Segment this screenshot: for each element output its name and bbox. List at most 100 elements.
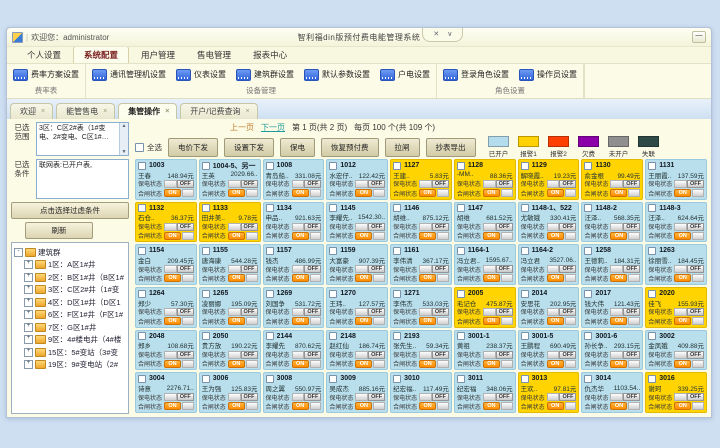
tree-expand-icon[interactable]: + xyxy=(24,298,33,307)
supply-status-off-button[interactable]: OFF xyxy=(623,351,640,359)
tree-node[interactable]: +6区：F区1#井（F区1# xyxy=(24,309,128,320)
meter-card[interactable]: 2144李耀先870.62元保电状态OFF合闸状态ON xyxy=(263,330,325,371)
card-checkbox[interactable] xyxy=(521,375,529,383)
card-checkbox[interactable] xyxy=(584,375,592,383)
breaker-status-on-button[interactable]: ON xyxy=(483,402,500,410)
supply-status-off-button[interactable]: OFF xyxy=(559,180,576,188)
breaker-status-on-button[interactable]: ON xyxy=(610,274,627,282)
breaker-status-on-button[interactable]: ON xyxy=(547,232,564,240)
meter-card[interactable]: 1003王春148.94元保电状态OFF合闸状态ON xyxy=(135,159,197,200)
supply-status-off-button[interactable]: OFF xyxy=(177,223,194,231)
ribbon-button-操作员设置[interactable]: 操作员设置 xyxy=(519,69,577,81)
meter-card[interactable]: 1008青岛船..331.08元保电状态OFF合闸状态ON xyxy=(263,159,325,200)
supply-status-off-button[interactable]: OFF xyxy=(304,223,321,231)
supply-status-off-button[interactable]: OFF xyxy=(687,351,704,359)
meter-card[interactable]: 3008周之翼550.97元保电状态OFF合闸状态ON xyxy=(263,372,325,413)
tab-close-icon[interactable]: × xyxy=(246,108,250,115)
breaker-status-on-button[interactable]: ON xyxy=(228,189,245,197)
meter-card[interactable]: 3001-6孙长争..293.15元保电状态OFF合闸状态ON xyxy=(581,330,643,371)
minimize-button[interactable]: — xyxy=(692,31,706,43)
tab-能管售电[interactable]: 能管售电× xyxy=(56,103,115,119)
meter-card[interactable]: 2020佳飞155.93元保电状态OFF合闸状态ON xyxy=(645,287,707,328)
supply-status-off-button[interactable]: OFF xyxy=(241,223,258,231)
breaker-status-on-button[interactable]: ON xyxy=(355,274,372,282)
toolbar-button-保电[interactable]: 保电 xyxy=(280,138,315,157)
scroll-down-icon[interactable]: ▼ xyxy=(122,149,127,155)
breaker-status-on-button[interactable]: ON xyxy=(164,274,181,282)
card-checkbox[interactable] xyxy=(648,332,656,340)
toolbar-button-设置下发[interactable]: 设置下发 xyxy=(224,138,274,157)
card-checkbox[interactable] xyxy=(521,290,529,298)
card-checkbox[interactable] xyxy=(584,204,592,212)
supply-status-off-button[interactable]: OFF xyxy=(304,308,321,316)
breaker-status-on-button[interactable]: ON xyxy=(355,232,372,240)
breaker-status-on-button[interactable]: ON xyxy=(292,402,309,410)
supply-status-off-button[interactable]: OFF xyxy=(432,351,449,359)
meter-card[interactable]: 1130俞金根99.49元保电状态OFF合闸状态ON xyxy=(581,159,643,200)
meter-card[interactable]: 1148-1、522尤敏娥330.41元保电状态OFF合闸状态ON xyxy=(518,202,580,243)
meter-card[interactable]: 1145李耀先..1542.30..保电状态OFF合闸状态ON xyxy=(326,202,388,243)
supply-status-off-button[interactable]: OFF xyxy=(496,308,513,316)
breaker-status-on-button[interactable]: ON xyxy=(419,360,436,368)
card-checkbox[interactable] xyxy=(138,375,146,383)
meter-card[interactable]: 1263徐丽雪..184.45元保电状态OFF合闸状态ON xyxy=(645,244,707,285)
breaker-status-on-button[interactable]: ON xyxy=(292,274,309,282)
supply-status-off-button[interactable]: OFF xyxy=(687,265,704,273)
tab-close-icon[interactable]: × xyxy=(165,108,169,115)
card-checkbox[interactable] xyxy=(202,332,210,340)
meter-card[interactable]: 1128-MM..88.36元保电状态OFF合闸状态ON xyxy=(454,159,516,200)
supply-status-off-button[interactable]: OFF xyxy=(177,308,194,316)
card-checkbox[interactable] xyxy=(521,162,529,170)
breaker-status-on-button[interactable]: ON xyxy=(547,189,564,197)
card-checkbox[interactable] xyxy=(138,290,146,298)
breaker-status-on-button[interactable]: ON xyxy=(674,232,691,240)
supply-status-off-button[interactable]: OFF xyxy=(304,180,321,188)
chevron-down-icon[interactable]: ∨ xyxy=(447,28,452,41)
supply-status-off-button[interactable]: OFF xyxy=(496,223,513,231)
tree-collapse-icon[interactable]: - xyxy=(14,248,23,257)
card-checkbox[interactable] xyxy=(266,290,274,298)
breaker-status-on-button[interactable]: ON xyxy=(355,189,372,197)
card-checkbox[interactable] xyxy=(266,332,274,340)
card-checkbox[interactable] xyxy=(648,290,656,298)
tree-node[interactable]: +2区：B区1#井（B区1# xyxy=(24,272,128,283)
card-checkbox[interactable] xyxy=(202,247,210,255)
breaker-status-on-button[interactable]: ON xyxy=(674,274,691,282)
card-checkbox[interactable] xyxy=(393,290,401,298)
supply-status-off-button[interactable]: OFF xyxy=(623,393,640,401)
tree-node[interactable]: +15区：5#变站（3#变 xyxy=(24,347,128,358)
tab-close-icon[interactable]: × xyxy=(41,108,45,115)
supply-status-off-button[interactable]: OFF xyxy=(623,308,640,316)
supply-status-off-button[interactable]: OFF xyxy=(177,180,194,188)
ribbon-button-登录角色设置[interactable]: 登录角色设置 xyxy=(443,69,509,81)
meter-card[interactable]: 3001-1黄祖238.37元保电状态OFF合闸状态ON xyxy=(454,330,516,371)
meter-card[interactable]: 2048郑乡108.68元保电状态OFF合闸状态ON xyxy=(135,330,197,371)
card-checkbox[interactable] xyxy=(521,204,529,212)
supply-status-off-button[interactable]: OFF xyxy=(559,351,576,359)
toolbar-button-恢复预付费[interactable]: 恢复预付费 xyxy=(321,138,379,157)
card-checkbox[interactable] xyxy=(393,247,401,255)
card-checkbox[interactable] xyxy=(329,290,337,298)
card-checkbox[interactable] xyxy=(138,332,146,340)
breaker-status-on-button[interactable]: ON xyxy=(164,317,181,325)
supply-status-off-button[interactable]: OFF xyxy=(623,265,640,273)
supply-status-off-button[interactable]: OFF xyxy=(496,180,513,188)
breaker-status-on-button[interactable]: ON xyxy=(547,274,564,282)
card-checkbox[interactable] xyxy=(457,332,465,340)
tree-node[interactable]: +4区：D区1#井（D区1 xyxy=(24,297,128,308)
meter-card[interactable]: 1271李伟杰533.03元保电状态OFF合闸状态ON xyxy=(390,287,452,328)
meter-card[interactable]: 1132石仓..36.37元保电状态OFF合闸状态ON xyxy=(135,202,197,243)
breaker-status-on-button[interactable]: ON xyxy=(547,402,564,410)
breaker-status-on-button[interactable]: ON xyxy=(355,360,372,368)
breaker-status-on-button[interactable]: ON xyxy=(228,317,245,325)
meter-card[interactable]: 1270王玮..127.57元保电状态OFF合闸状态ON xyxy=(326,287,388,328)
supply-status-off-button[interactable]: OFF xyxy=(368,223,385,231)
ribbon-button-建筑群设置[interactable]: 建筑群设置 xyxy=(236,69,294,81)
card-checkbox[interactable] xyxy=(648,204,656,212)
breaker-status-on-button[interactable]: ON xyxy=(610,402,627,410)
card-checkbox[interactable] xyxy=(266,375,274,383)
supply-status-off-button[interactable]: OFF xyxy=(496,351,513,359)
meter-card[interactable]: 1131王丽霞..137.59元保电状态OFF合闸状态ON xyxy=(645,159,707,200)
card-checkbox[interactable] xyxy=(329,204,337,212)
meter-card[interactable]: 1004-5、另一王英2029.66..保电状态OFF合闸状态ON xyxy=(199,159,261,200)
